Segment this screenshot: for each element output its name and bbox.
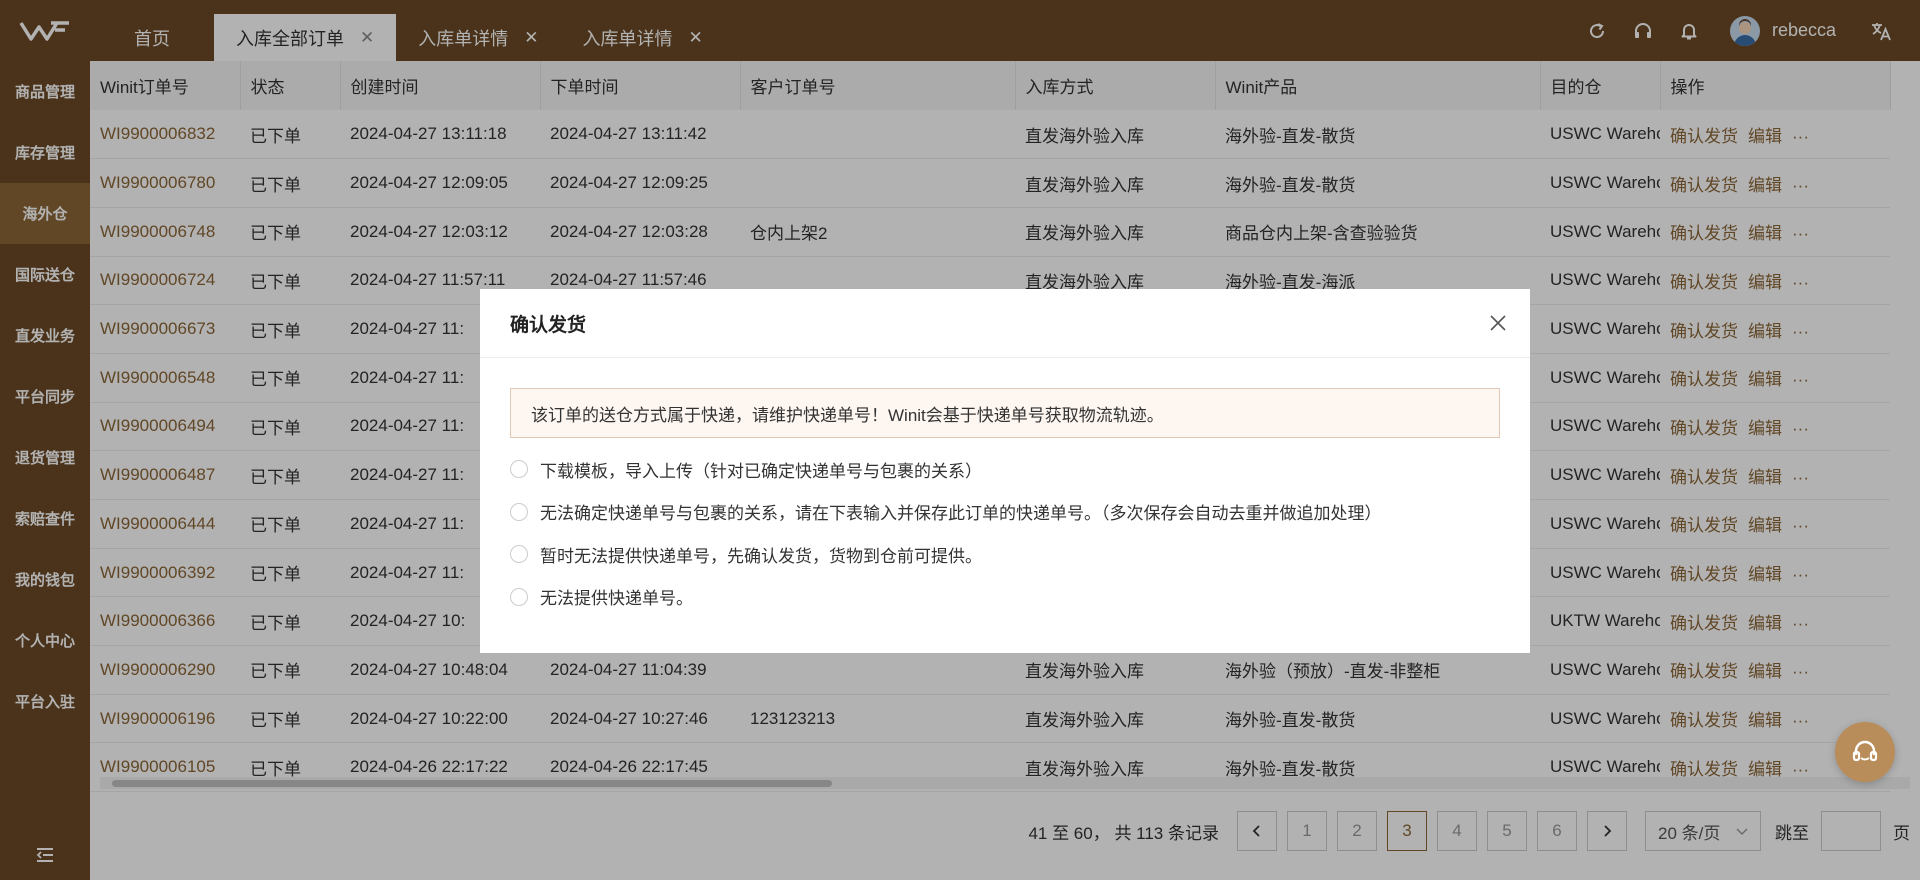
option-label: 无法确定快递单号与包裹的关系，请在下表输入并保存此订单的快递单号。（多次保存会自… (540, 504, 1382, 524)
customer-service-button[interactable] (1835, 722, 1895, 782)
radio-button[interactable] (510, 460, 528, 479)
option-label: 暂时无法提供快递单号，先确认发货，货物到仓前可提供。 (540, 546, 982, 566)
option-label: 下载模板，导入上传（针对已确定快递单号与包裹的关系） (540, 461, 982, 481)
radio-button[interactable] (510, 587, 528, 606)
headset-icon (1852, 740, 1878, 762)
option-enter-tracking-numbers[interactable]: 无法确定快递单号与包裹的关系，请在下表输入并保存此订单的快递单号。（多次保存会自… (510, 491, 1500, 534)
radio-button[interactable] (510, 545, 528, 564)
option-import-template[interactable]: 下载模板，导入上传（针对已确定快递单号与包裹的关系） (510, 448, 1500, 491)
option-no-tracking-number[interactable]: 无法提供快递单号。 (510, 576, 1500, 619)
dialog-header: 确认发货 (480, 289, 1530, 358)
option-provide-later[interactable]: 暂时无法提供快递单号，先确认发货，货物到仓前可提供。 (510, 533, 1500, 576)
notice-text: 该订单的送仓方式属于快递，请维护快递单号！Winit会基于快递单号获取物流轨迹。 (531, 405, 1164, 425)
option-label: 无法提供快递单号。 (540, 589, 693, 609)
shipment-options: 下载模板，导入上传（针对已确定快递单号与包裹的关系） 无法确定快递单号与包裹的关… (510, 448, 1500, 618)
confirm-shipment-dialog: 确认发货 该订单的送仓方式属于快递，请维护快递单号！Winit会基于快递单号获取… (480, 289, 1530, 653)
notice-banner: 该订单的送仓方式属于快递，请维护快递单号！Winit会基于快递单号获取物流轨迹。 (510, 388, 1500, 438)
dialog-title: 确认发货 (510, 314, 587, 336)
close-icon[interactable] (1486, 311, 1510, 335)
radio-button[interactable] (510, 502, 528, 521)
